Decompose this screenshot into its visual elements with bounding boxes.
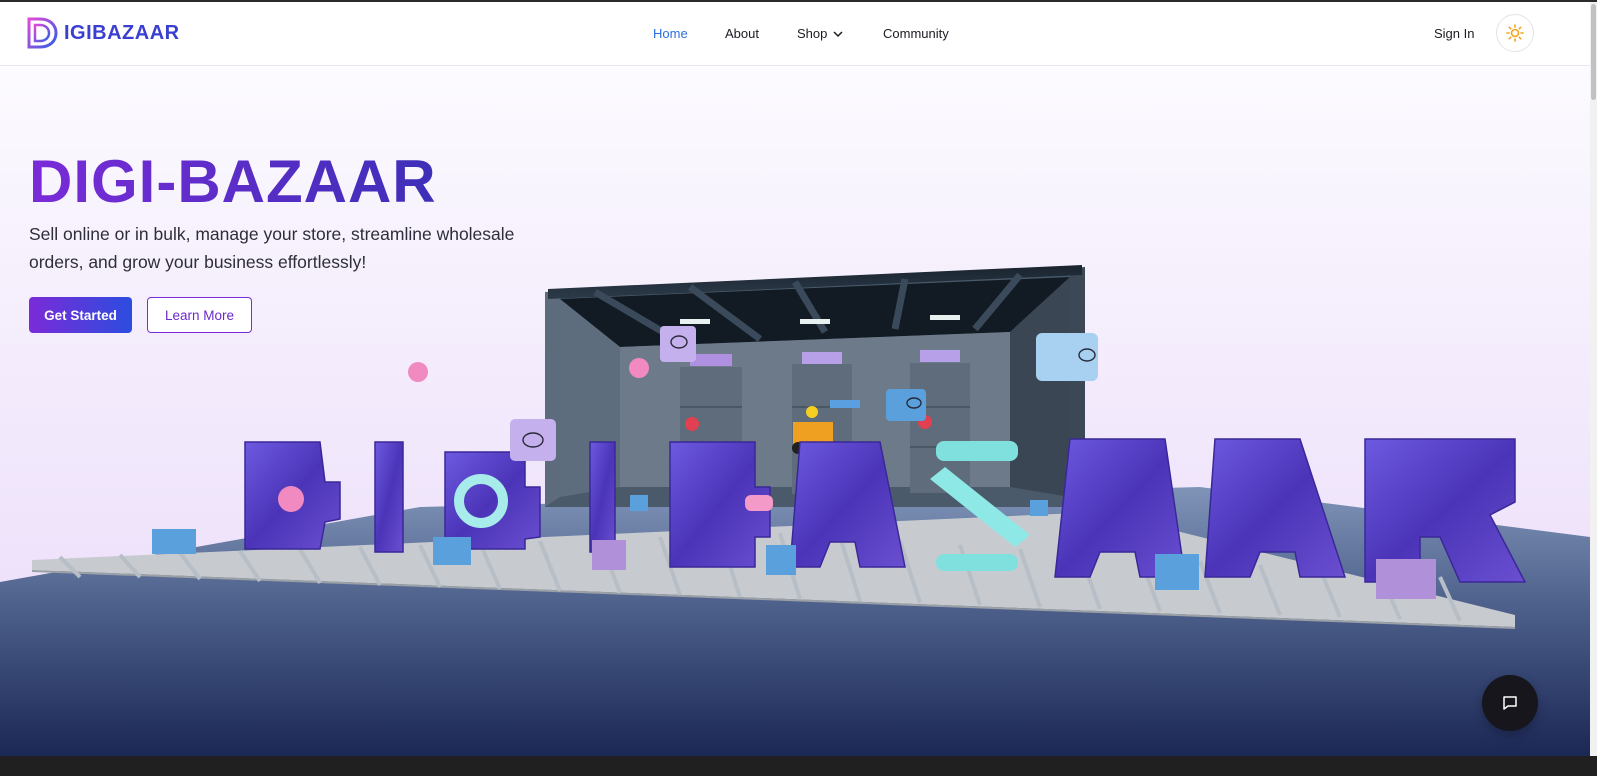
chat-button[interactable] [1482,675,1538,731]
hero-subtitle: Sell online or in bulk, manage your stor… [29,224,515,272]
theme-toggle-button[interactable] [1496,14,1534,52]
nav-home[interactable]: Home [653,26,688,41]
main-nav: Home About Shop Community [0,2,1590,66]
sun-icon [1506,24,1524,42]
nav-community[interactable]: Community [883,26,949,41]
page-scrollbar-thumb[interactable] [1591,4,1596,100]
nav-shop[interactable]: Shop [797,26,843,41]
os-taskbar [0,756,1597,776]
hero-section: DIGI-BAZAAR Sell online or in bulk, mana… [0,67,1590,756]
sign-in-link[interactable]: Sign In [1434,26,1474,41]
learn-more-button[interactable]: Learn More [147,297,252,333]
chat-bubble-icon [1503,696,1517,710]
page-scrollbar[interactable] [1590,2,1597,776]
hero-title: DIGI-BAZAAR [29,148,437,215]
chevron-down-icon [833,30,843,37]
nav-about[interactable]: About [725,26,759,41]
site-header: IGIBAZAAR Home About Shop Community Sign… [0,2,1590,66]
get-started-button[interactable]: Get Started [29,297,132,333]
nav-shop-label: Shop [797,26,828,41]
